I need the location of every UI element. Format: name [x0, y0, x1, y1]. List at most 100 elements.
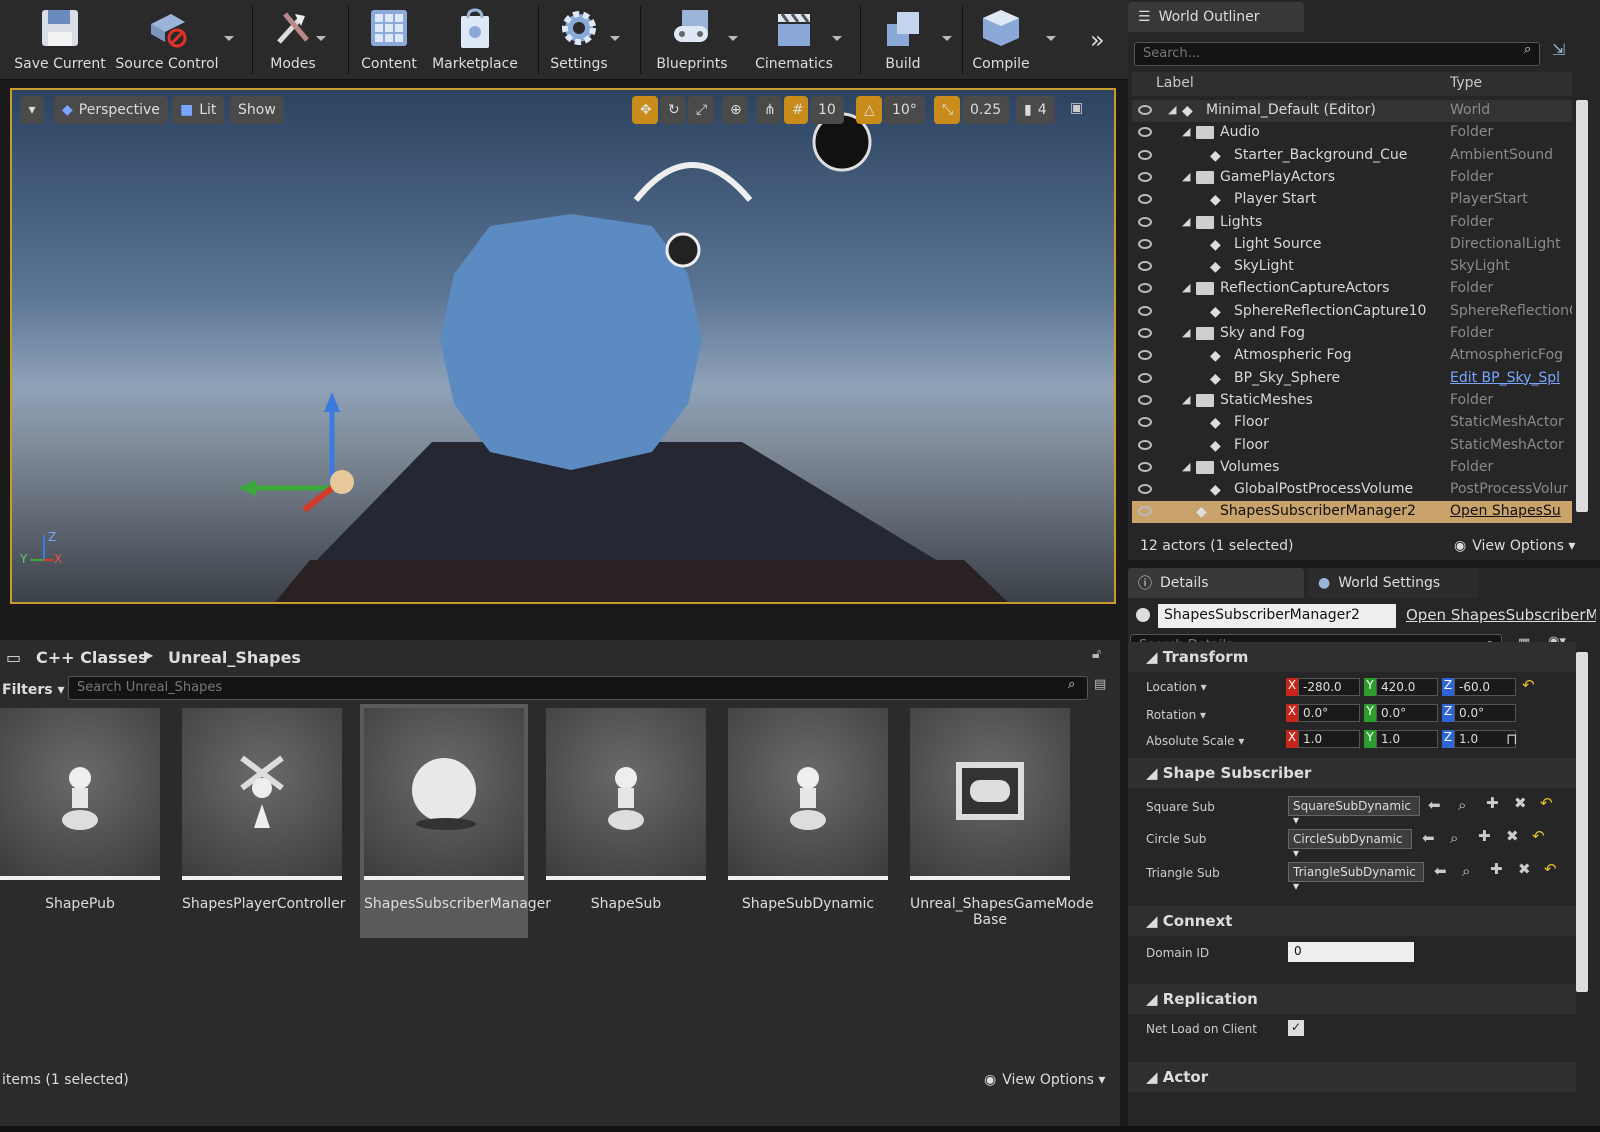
location-z-field[interactable]: Z -60.0 — [1442, 678, 1518, 696]
outliner-row[interactable]: ◢ GamePlayActors Folder — [1132, 167, 1572, 189]
outliner-row[interactable]: ◢ Lights Folder — [1132, 212, 1572, 234]
asset-tile[interactable]: ShapeSubDynamic — [728, 708, 888, 934]
grid-snap-icon[interactable]: # — [784, 96, 808, 124]
rotation-x-field[interactable]: X 0.0° — [1286, 704, 1362, 722]
eye-icon[interactable] — [1138, 461, 1152, 472]
content-view-options-button[interactable]: ◉ View Options ▾ — [984, 1072, 1105, 1088]
outliner-row-type[interactable]: Edit BP_Sky_Spl — [1450, 370, 1572, 386]
column-type-header[interactable]: Type — [1450, 75, 1482, 91]
pin-icon[interactable]: ⇲ — [1552, 40, 1565, 59]
clear-x-icon[interactable]: ✖ — [1506, 827, 1519, 845]
content-search-input[interactable]: Search Unreal_Shapes — [68, 676, 1088, 700]
blue-circle-shape[interactable] — [440, 214, 702, 470]
outliner-row[interactable]: ◆ ◢ Minimal_Default (Editor) World — [1132, 100, 1572, 122]
asset-tile[interactable]: ShapeSub — [546, 708, 706, 934]
marketplace-button[interactable]: Marketplace — [432, 4, 518, 76]
use-selected-arrow-icon[interactable]: ⬅ — [1422, 829, 1435, 847]
outliner-row[interactable]: ◆ Starter_Background_Cue AmbientSound — [1132, 145, 1572, 167]
outliner-row[interactable]: ◆ SphereReflectionCapture10 SphereReflecti… — [1132, 301, 1572, 323]
scale-x-field[interactable]: X 1.0 — [1286, 730, 1362, 748]
outliner-row-type[interactable]: Open ShapesSu — [1450, 503, 1572, 519]
absolute-scale-label[interactable]: Absolute Scale ▾ — [1146, 734, 1244, 748]
lock-icon[interactable]: 🔓︎ — [1092, 646, 1101, 662]
camera-speed-button[interactable]: ▮ 4 — [1016, 96, 1055, 124]
eye-icon[interactable] — [1138, 328, 1152, 338]
square-sub-combo[interactable]: SquareSubDynamic ▾ — [1288, 796, 1420, 827]
chevron-down-icon[interactable] — [942, 36, 952, 41]
eye-icon[interactable] — [1138, 127, 1152, 138]
outliner-row[interactable]: ◢ Sky and Fog Folder — [1132, 323, 1572, 345]
grid-size-dropdown[interactable]: 10 — [810, 96, 844, 124]
expand-triangle-icon[interactable]: ◢ — [1182, 393, 1190, 406]
settings-button[interactable]: Settings — [546, 4, 612, 76]
lock-icon[interactable]: ⊓ — [1506, 730, 1518, 748]
build-button[interactable]: Build — [870, 4, 936, 76]
rotation-snap-icon[interactable]: △ — [856, 96, 882, 124]
eye-icon[interactable] — [1138, 417, 1152, 428]
circle-sub-combo[interactable]: CircleSubDynamic ▾ — [1288, 829, 1412, 860]
eye-icon[interactable] — [1138, 506, 1152, 517]
surface-snap-icon[interactable]: ⋔ — [756, 96, 782, 124]
eye-icon[interactable] — [1138, 439, 1152, 450]
rotation-size-dropdown[interactable]: 10° — [884, 96, 925, 124]
scale-y-field[interactable]: Y 1.0 — [1364, 730, 1440, 748]
tab-world-settings[interactable]: ● World Settings — [1308, 568, 1478, 598]
browse-search-icon[interactable]: ⌕ — [1462, 862, 1470, 880]
eye-icon[interactable] — [1138, 105, 1152, 115]
eye-icon[interactable] — [1138, 194, 1152, 205]
eye-icon[interactable] — [1138, 484, 1152, 495]
use-selected-arrow-icon[interactable]: ⬅ — [1428, 796, 1441, 814]
location-y-field[interactable]: Y 420.0 — [1364, 678, 1440, 696]
chevron-down-icon[interactable] — [224, 36, 234, 41]
location-label[interactable]: Location ▾ — [1146, 680, 1207, 694]
view-options-button[interactable]: ◉ View Options ▾ — [1454, 538, 1575, 554]
outliner-row[interactable]: ◆ Floor StaticMeshActor — [1132, 412, 1572, 434]
outliner-row[interactable]: ◆ Atmospheric Fog AtmosphericFog — [1132, 345, 1572, 367]
actor-name-field[interactable]: ShapesSubscriberManager2 — [1158, 604, 1396, 628]
rotation-label[interactable]: Rotation ▾ — [1146, 708, 1206, 722]
column-label-header[interactable]: Label — [1156, 75, 1194, 91]
add-plus-icon[interactable]: ✚ — [1490, 860, 1503, 878]
outliner-row[interactable]: ◆ Floor StaticMeshActor — [1132, 435, 1572, 457]
toolbar-overflow-icon[interactable]: » — [1090, 26, 1105, 54]
filters-button[interactable]: Filters ▾ — [2, 682, 65, 698]
outliner-row[interactable]: ◆ Player Start PlayerStart — [1132, 189, 1572, 211]
outliner-row[interactable]: ◆ ShapesSubscriberManager2 Open ShapesSu — [1132, 501, 1572, 524]
outliner-row[interactable]: ◆ BP_Sky_Sphere Edit BP_Sky_Spl — [1132, 368, 1572, 390]
eye-icon[interactable] — [1138, 238, 1152, 249]
maximize-viewport-icon[interactable]: ▣ — [1070, 100, 1083, 116]
reset-to-default-icon[interactable]: ↶ — [1532, 827, 1545, 845]
add-plus-icon[interactable]: ✚ — [1478, 827, 1491, 845]
asset-tile[interactable]: ShapePub — [0, 708, 160, 934]
compile-button[interactable]: Compile — [966, 4, 1036, 76]
eye-icon[interactable] — [1138, 171, 1152, 182]
expand-triangle-icon[interactable]: ◢ — [1182, 326, 1190, 339]
eye-icon[interactable] — [1138, 283, 1152, 294]
viewport-options-button[interactable]: ▾ — [20, 96, 44, 124]
save-current-button[interactable]: Save Current — [14, 4, 106, 76]
shape-subscriber-section-header[interactable]: ◢ Shape Subscriber — [1128, 758, 1576, 788]
browse-search-icon[interactable]: ⌕ — [1450, 829, 1458, 847]
eye-icon[interactable] — [1138, 216, 1152, 227]
chevron-down-icon[interactable] — [610, 36, 620, 41]
outliner-row[interactable]: ◢ Audio Folder — [1132, 122, 1572, 144]
browse-search-icon[interactable]: ⌕ — [1458, 796, 1466, 814]
asset-tile[interactable]: Unreal_ShapesGameMode Base — [910, 708, 1094, 934]
world-space-icon[interactable]: ⊕ — [722, 96, 748, 124]
modes-button[interactable]: Modes — [262, 4, 324, 76]
chevron-down-icon[interactable] — [1046, 36, 1056, 41]
tab-details[interactable]: ⓘ Details — [1128, 568, 1304, 598]
location-x-field[interactable]: X -280.0 — [1286, 678, 1362, 696]
show-button[interactable]: Show — [230, 96, 284, 124]
outliner-row[interactable]: ◆ Light Source DirectionalLight — [1132, 234, 1572, 256]
triangle-sub-combo[interactable]: TriangleSubDynamic ▾ — [1288, 862, 1424, 893]
eye-icon[interactable] — [1138, 149, 1152, 160]
rotate-icon[interactable]: ↻ — [660, 96, 686, 124]
expand-triangle-icon[interactable]: ◢ — [1182, 460, 1190, 473]
outliner-row[interactable]: ◢ Volumes Folder — [1132, 457, 1572, 479]
connext-section-header[interactable]: ◢ Connext — [1128, 906, 1576, 936]
chevron-down-icon[interactable] — [832, 36, 842, 41]
breadcrumb-unreal-shapes[interactable]: Unreal_Shapes — [168, 648, 301, 667]
asset-tile[interactable]: ShapesPlayerController — [182, 708, 346, 934]
expand-triangle-icon[interactable]: ◢ — [1182, 170, 1190, 183]
